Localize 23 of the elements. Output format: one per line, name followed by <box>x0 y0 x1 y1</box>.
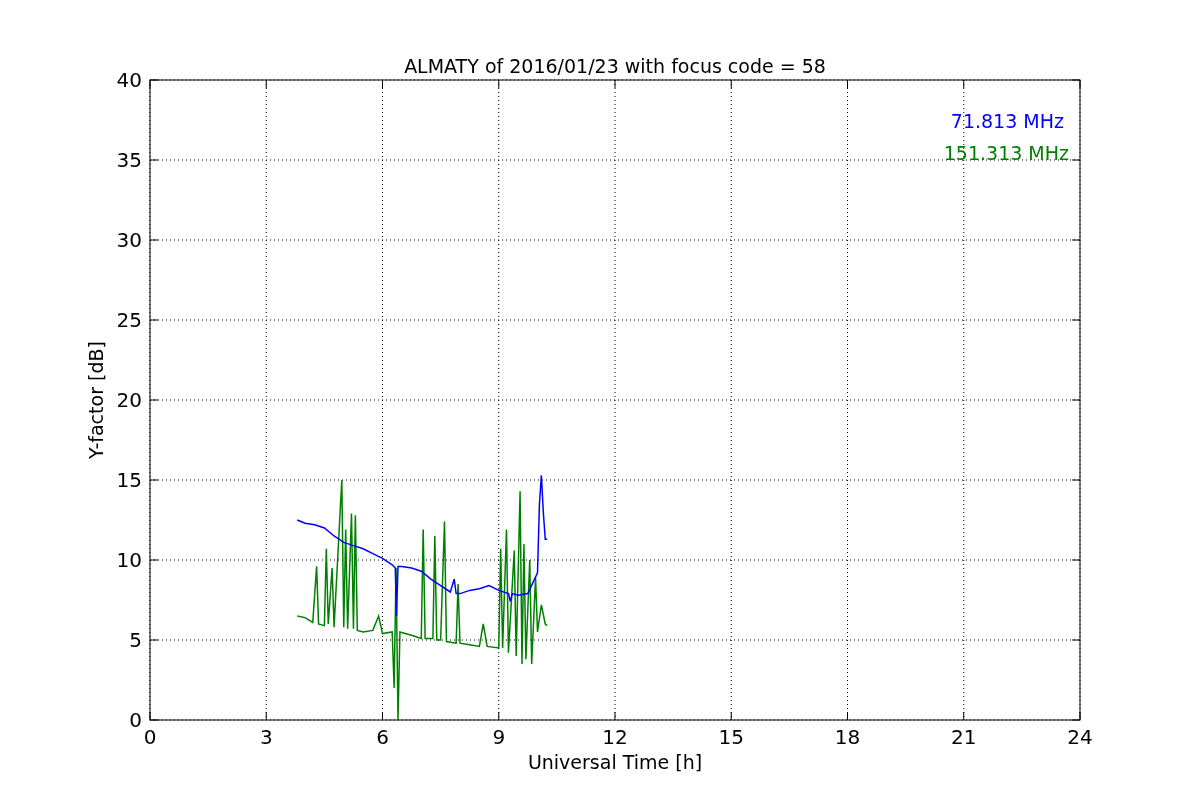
x-tick-label: 12 <box>602 725 628 749</box>
x-tick-label: 3 <box>259 725 273 749</box>
y-tick-label: 15 <box>116 468 142 492</box>
legend-label: 151.313 MHz <box>943 142 1069 164</box>
x-tick-label: 24 <box>1067 725 1093 749</box>
x-tick-label: 6 <box>376 725 389 749</box>
y-tick-label: 30 <box>116 228 142 252</box>
x-tick-label: 0 <box>143 725 157 749</box>
y-tick-label: 5 <box>129 628 142 652</box>
y-tick-label: 10 <box>116 548 142 572</box>
y-tick-label: 25 <box>116 308 142 332</box>
y-tick-label: 0 <box>129 708 142 732</box>
y-axis-label: Y-factor [dB] <box>85 341 107 459</box>
chart-title: ALMATY of 2016/01/23 with focus code = 58 <box>404 55 826 77</box>
y-tick-label: 40 <box>116 68 142 92</box>
x-tick-label: 15 <box>718 725 744 749</box>
x-tick-label: 18 <box>834 725 861 749</box>
x-axis-label: Universal Time [h] <box>527 751 703 773</box>
y-tick-label: 20 <box>116 388 142 412</box>
x-tick-label: 9 <box>492 725 506 749</box>
legend-label: 71.813 MHz <box>950 110 1064 132</box>
y-tick-label: 35 <box>116 148 142 172</box>
x-tick-label: 21 <box>951 725 977 749</box>
